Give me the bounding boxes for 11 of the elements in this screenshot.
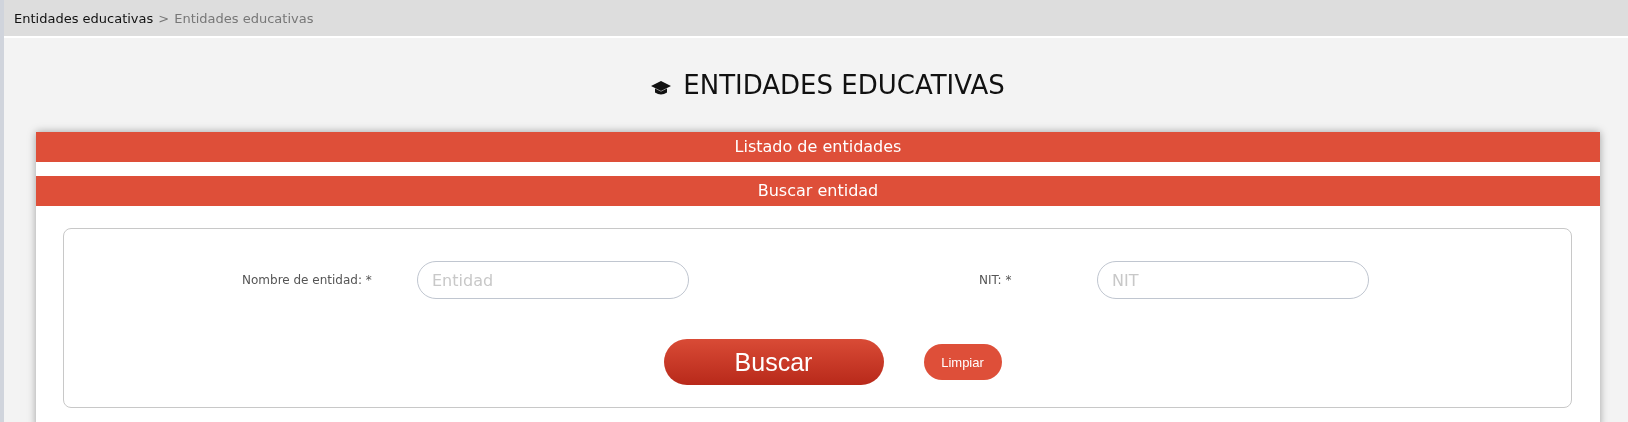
field-label: NIT: * [978,273,1013,287]
page-title: ENTIDADES EDUCATIVAS [683,70,1005,100]
field-label: Nombre de entidad: * [242,273,373,287]
breadcrumb-separator: > [158,10,170,26]
clear-button[interactable]: Limpiar [923,344,1002,380]
breadcrumb-link[interactable]: Entidades educativas [14,10,154,26]
graduation-cap-icon [651,80,672,96]
breadcrumb-current: Entidades educativas [174,10,314,26]
section-header: Listado de entidades [36,132,1600,162]
search-button[interactable]: Buscar [663,339,884,385]
section-header: Buscar entidad [36,176,1600,206]
